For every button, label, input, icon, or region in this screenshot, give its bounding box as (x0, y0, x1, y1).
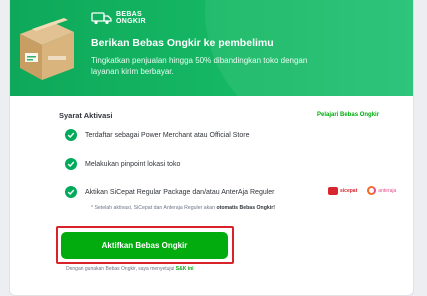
activate-free-shipping-button[interactable]: Aktifkan Bebas Ongkir (61, 232, 228, 259)
banner-description: Tingkatkan penjualan hingga 50% dibandin… (91, 56, 308, 76)
anteraja-icon (367, 186, 377, 195)
box-illustration (20, 18, 74, 80)
bebas-ongkir-logo: BEBAS ONGKIR (91, 11, 146, 25)
truck-icon (91, 11, 112, 24)
promo-banner: BEBAS ONGKIR Berikan Bebas Ongkir ke pem… (10, 0, 413, 96)
requirement-text: Aktikan SiCepat Regular Package dan/atau… (85, 188, 275, 196)
brand-line-2: ONGKIR (116, 18, 146, 25)
requirement-item: Terdaftar sebagai Power Merchant atau Of… (65, 129, 249, 141)
courier-logos: sicepat anteraja (328, 186, 396, 195)
check-icon (65, 129, 77, 141)
activation-note: * Setelah aktivasi, SiCepat dan Anteraja… (91, 205, 275, 211)
learn-more-link[interactable]: Pelajari Bebas Ongkir (317, 112, 379, 118)
note-emphasis: otomatis Bebas Ongkir! (216, 205, 275, 211)
anteraja-logo-text: anteraja (378, 187, 397, 194)
requirements-title: Syarat Aktivasi (59, 111, 113, 120)
note-text: * Setelah aktivasi, SiCepat dan Anteraja… (91, 205, 217, 211)
anteraja-logo: anteraja (367, 186, 396, 195)
requirement-text: Melakukan pinpoint lokasi toko (85, 160, 181, 168)
requirement-item: Aktikan SiCepat Regular Package dan/atau… (65, 186, 275, 198)
sicepat-logo: sicepat (328, 186, 358, 195)
banner-title: Berikan Bebas Ongkir ke pembelimu (91, 37, 274, 49)
requirement-text: Terdaftar sebagai Power Merchant atau Of… (85, 131, 250, 139)
check-icon (65, 158, 77, 170)
activation-card: BEBAS ONGKIR Berikan Bebas Ongkir ke pem… (9, 0, 414, 296)
terms-text: Dengan gunakan Bebas Ongkir, saya menyet… (66, 266, 194, 272)
sicepat-logo-text: sicepat (340, 187, 358, 194)
sicepat-icon (328, 186, 338, 195)
brand-line-1: BEBAS (116, 11, 143, 18)
brand-text: BEBAS ONGKIR (116, 11, 146, 25)
check-icon (65, 186, 77, 198)
requirement-item: Melakukan pinpoint lokasi toko (65, 158, 180, 170)
terms-link[interactable]: S&K ini (176, 266, 194, 272)
terms-prefix: Dengan gunakan Bebas Ongkir, saya menyet… (66, 266, 176, 272)
